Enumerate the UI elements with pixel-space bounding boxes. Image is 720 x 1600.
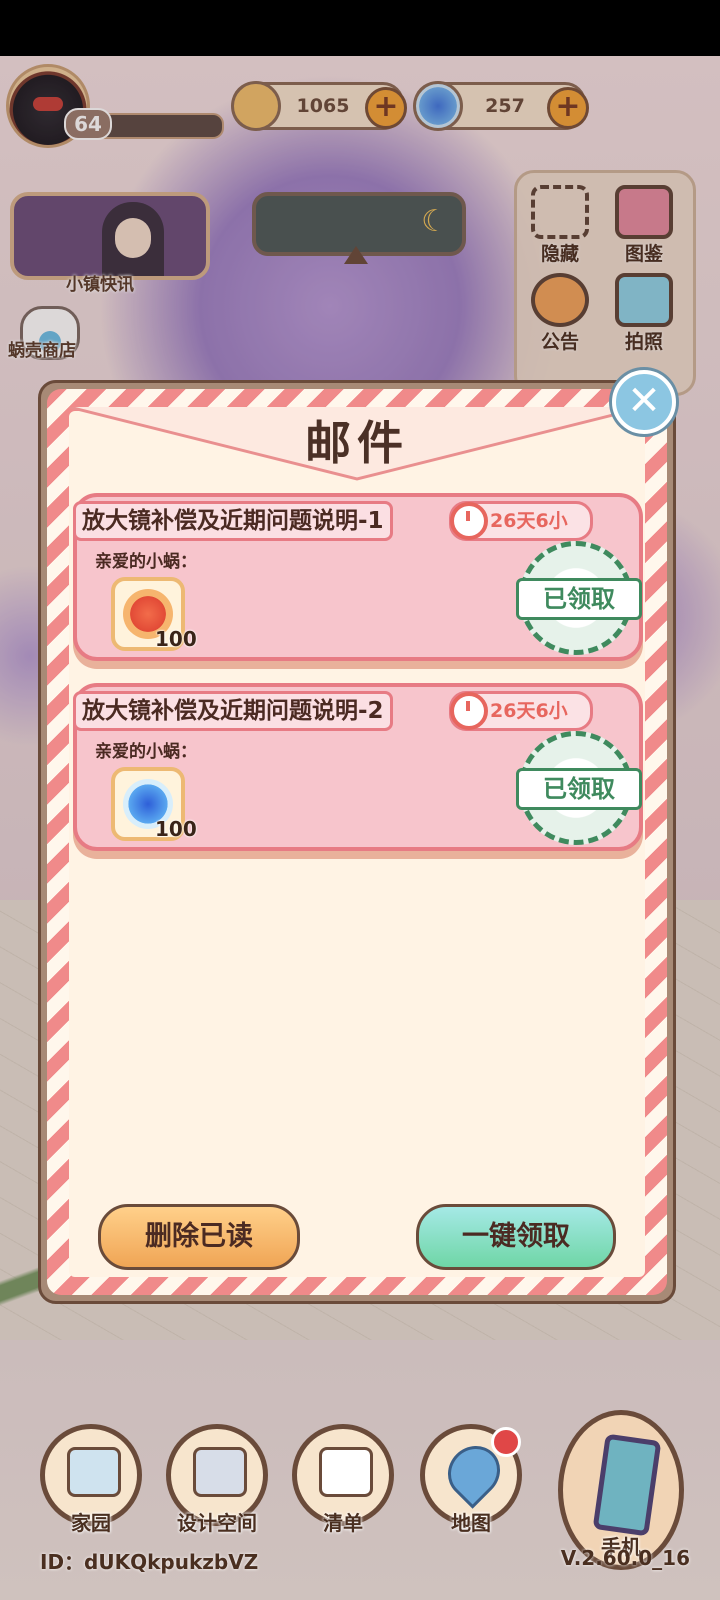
mail-time-left: 26天6小 — [490, 510, 568, 532]
phone-icon — [592, 1433, 662, 1537]
clock-icon — [450, 502, 488, 540]
house-icon — [67, 1447, 121, 1497]
claimed-label: 已领取 — [516, 578, 642, 620]
mail-item[interactable]: 放大镜补偿及近期问题说明-2 26天6小 亲爱的小蜗： 100 已领取 — [73, 683, 643, 851]
mail-subject: 放大镜补偿及近期问题说明-2 — [73, 691, 393, 731]
mail-greeting: 亲爱的小蜗： — [95, 552, 197, 572]
mail-expiry: 26天6小 — [449, 691, 593, 731]
mail-item[interactable]: 放大镜补偿及近期问题说明-1 26天6小 亲爱的小蜗： 100 已领取 — [73, 493, 643, 661]
nav-list[interactable]: 清单 — [292, 1424, 394, 1535]
nav-home[interactable]: 家园 — [40, 1424, 142, 1535]
mail-dialog: 邮件 放大镜补偿及近期问题说明-1 26天6小 亲爱的小蜗： 100 已领取 放… — [38, 380, 676, 1304]
nav-map-label: 地图 — [451, 1511, 491, 1535]
nav-list-label: 清单 — [323, 1511, 363, 1535]
claimed-stamp: 已领取 — [516, 731, 642, 845]
mail-expiry: 26天6小 — [449, 501, 593, 541]
claimed-label: 已领取 — [516, 768, 642, 810]
nav-design[interactable]: 设计空间 — [166, 1424, 268, 1535]
player-id: ID：dUKQkpukzbVZ — [40, 1550, 259, 1574]
mail-greeting: 亲爱的小蜗： — [95, 742, 197, 762]
nav-design-label: 设计空间 — [177, 1511, 257, 1535]
reward-quantity: 100 — [155, 627, 197, 651]
status-bar — [0, 0, 720, 56]
close-icon[interactable]: ✕ — [612, 370, 676, 434]
nav-map[interactable]: 地图 — [420, 1424, 522, 1535]
reward-quantity: 100 — [155, 817, 197, 841]
reward-item[interactable]: 100 — [111, 577, 197, 651]
mail-time-left: 26天6小 — [490, 700, 568, 722]
checklist-icon — [319, 1447, 373, 1497]
app-version: V.2.60.0_16 — [560, 1546, 690, 1570]
nav-home-label: 家园 — [71, 1511, 111, 1535]
clock-icon — [450, 692, 488, 730]
reward-item[interactable]: 100 — [111, 767, 197, 841]
claimed-stamp: 已领取 — [516, 541, 642, 655]
delete-read-button[interactable]: 删除已读 — [98, 1204, 300, 1270]
notification-dot — [491, 1427, 521, 1457]
mail-subject: 放大镜补偿及近期问题说明-1 — [73, 501, 393, 541]
claim-all-button[interactable]: 一键领取 — [416, 1204, 616, 1270]
mail-title: 邮件 — [305, 416, 409, 470]
design-ruler-icon — [193, 1447, 247, 1497]
